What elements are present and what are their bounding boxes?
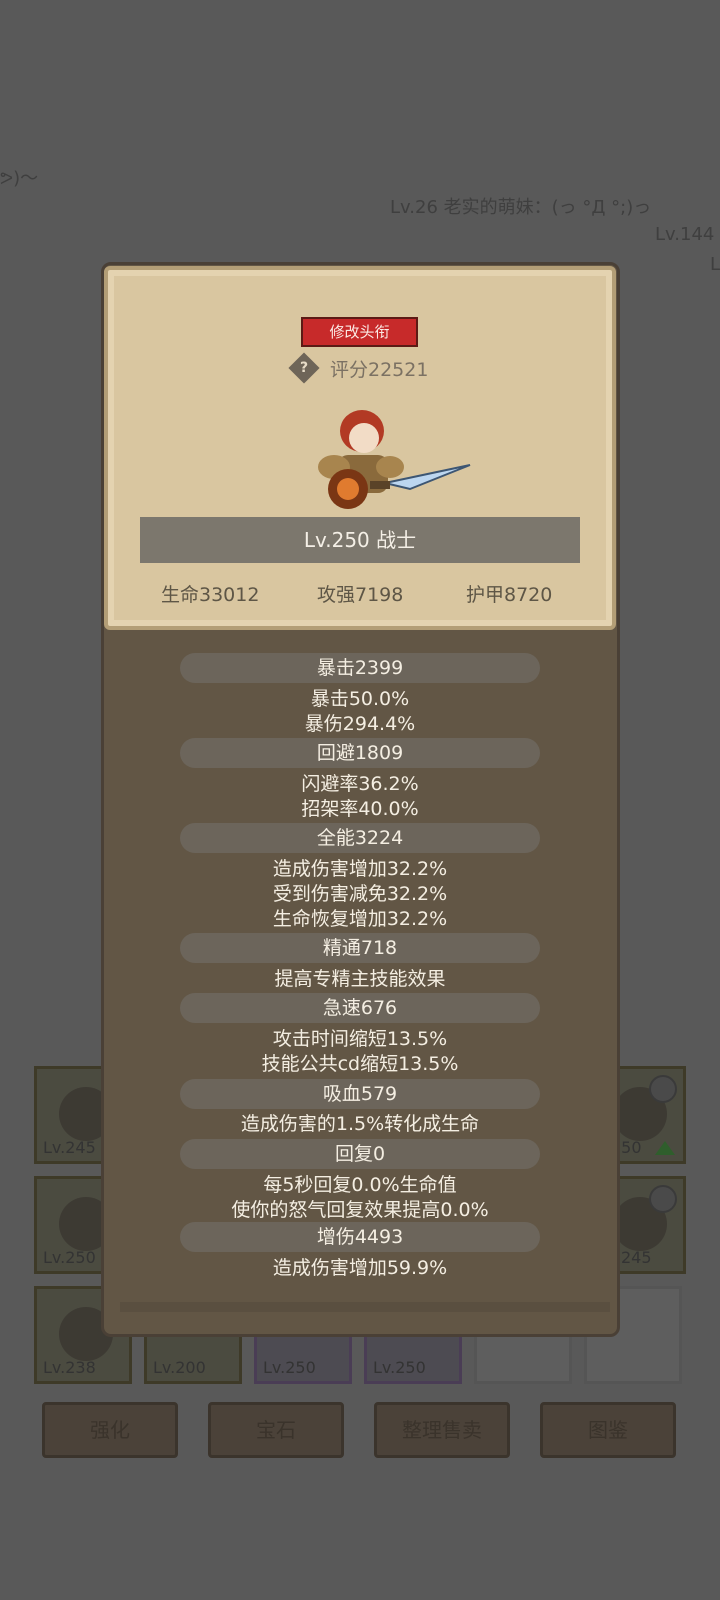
stat-line: 使你的怒气回复效果提高0.0% xyxy=(231,1199,489,1221)
stat-line: 受到伤害减免32.2% xyxy=(272,883,448,905)
chat-line-1: ᕗ)～ xyxy=(0,168,39,189)
stat-line: 招架率40.0% xyxy=(301,798,419,820)
enhance-button[interactable]: 强化 xyxy=(42,1402,178,1458)
slot-level: Lv.200 xyxy=(153,1358,206,1377)
armor-stat: 护甲8720 xyxy=(466,584,553,606)
slot-level: Lv.250 xyxy=(43,1248,96,1267)
slot-level: Lv.245 xyxy=(43,1138,96,1157)
slot-level: 245 xyxy=(621,1248,652,1267)
stat-line: 生命恢复增加32.2% xyxy=(272,908,448,930)
section-header-recovery: 回复0 xyxy=(180,1139,540,1169)
section-header-mastery: 精通718 xyxy=(180,933,540,963)
gem-button[interactable]: 宝石 xyxy=(208,1402,344,1458)
level-class-bar: Lv.250 战士 xyxy=(140,517,580,563)
section-header-crit: 暴击2399 xyxy=(180,653,540,683)
chat-line-3: Lv.144 : xyxy=(655,224,720,245)
stat-line: 暴击50.0% xyxy=(310,688,410,710)
section-header-damage-bonus: 增伤4493 xyxy=(180,1222,540,1252)
stat-line: 提高专精主技能效果 xyxy=(274,968,446,990)
chat-line-4: L xyxy=(710,254,720,275)
lock-icon xyxy=(649,1075,677,1103)
panel-bottom-edge xyxy=(120,1302,610,1312)
slot-level: Lv.250 xyxy=(373,1358,426,1377)
codex-button[interactable]: 图鉴 xyxy=(540,1402,676,1458)
hp-stat: 生命33012 xyxy=(161,584,260,606)
slot-level: Lv.250 xyxy=(263,1358,316,1377)
change-title-button[interactable]: 修改头衔 xyxy=(301,317,418,347)
section-header-haste: 急速676 xyxy=(180,993,540,1023)
stat-line: 每5秒回复0.0%生命值 xyxy=(263,1174,457,1196)
slot-level: Lv.238 xyxy=(43,1358,96,1377)
section-header-versatility: 全能3224 xyxy=(180,823,540,853)
section-header-lifesteal: 吸血579 xyxy=(180,1079,540,1109)
score-label: 评分22521 xyxy=(330,359,429,381)
stat-line: 技能公共cd缩短13.5% xyxy=(261,1053,459,1075)
help-icon[interactable]: ? xyxy=(288,352,320,384)
stat-line: 闪避率36.2% xyxy=(301,773,419,795)
chat-line-2: Lv.26 老实的萌妹：(っ °Д °;)っ xyxy=(390,197,652,218)
lock-icon xyxy=(649,1185,677,1213)
warrior-avatar xyxy=(318,410,471,509)
stat-line: 暴伤294.4% xyxy=(304,713,416,735)
stat-line: 攻击时间缩短13.5% xyxy=(272,1028,448,1050)
upgrade-arrow-icon xyxy=(655,1141,675,1155)
stat-line: 造成伤害增加59.9% xyxy=(272,1257,448,1279)
stat-line: 造成伤害增加32.2% xyxy=(272,858,448,880)
section-header-evade: 回避1809 xyxy=(180,738,540,768)
sort-sell-button[interactable]: 整理售卖 xyxy=(374,1402,510,1458)
stat-line: 造成伤害的1.5%转化成生命 xyxy=(240,1113,480,1135)
attack-stat: 攻强7198 xyxy=(317,584,404,606)
